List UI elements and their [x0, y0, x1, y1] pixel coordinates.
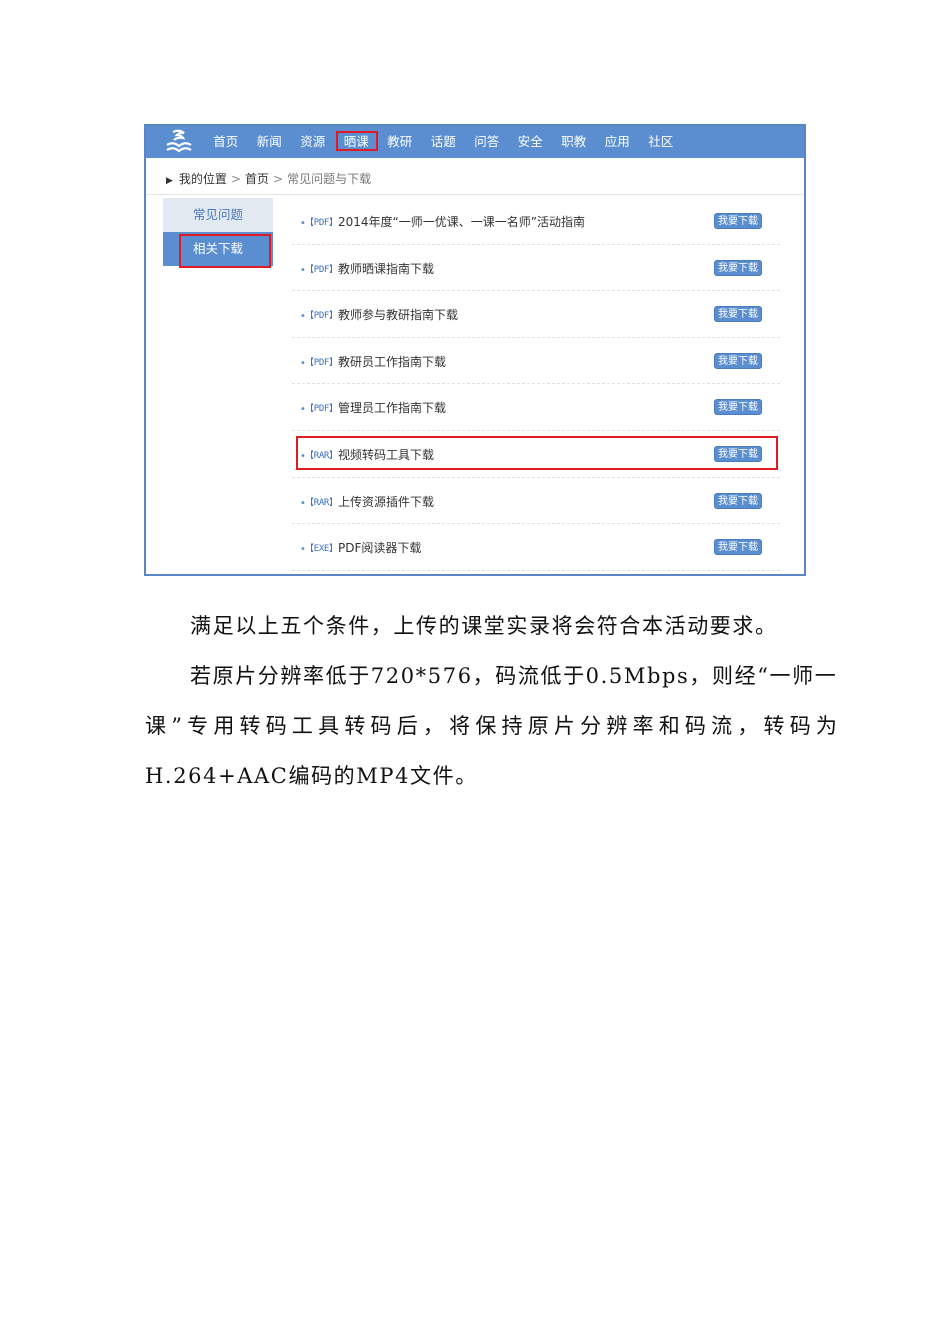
file-name-link[interactable]: 2014年度“一师一优课、一课一名师”活动指南 [338, 213, 585, 230]
file-row: • 【PDF】 教师晒课指南下载 我要下载 [292, 245, 780, 292]
breadcrumb-current: 常见问题与下载 [287, 172, 372, 186]
paragraph-transcode-line-1: 若原片分辨率低于720*576，码流低于0.5Mbps，则经“一师一 [190, 664, 838, 688]
file-type-tag: 【RAR】 [305, 450, 338, 461]
file-name-link[interactable]: 上传资源插件下载 [338, 493, 434, 510]
file-name-link[interactable]: PDF阅读器下载 [338, 539, 421, 556]
breadcrumb-home-link[interactable]: 首页 [245, 172, 269, 186]
sidebar-item-faq[interactable]: 常见问题 [163, 198, 273, 232]
file-row: • 【PDF】 2014年度“一师一优课、一课一名师”活动指南 我要下载 [292, 198, 780, 245]
file-name-link[interactable]: 教师参与教研指南下载 [338, 306, 458, 323]
chevron-right-icon: > [230, 172, 241, 186]
file-type-tag: 【PDF】 [305, 404, 338, 415]
nav-item[interactable]: 资源 [291, 126, 335, 158]
bullet-icon: • [300, 450, 306, 462]
file-row: • 【RAR】 上传资源插件下载 我要下载 [292, 478, 780, 525]
breadcrumb-label: 我的位置 [178, 172, 227, 186]
file-type-tag: 【PDF】 [305, 357, 338, 368]
download-button[interactable]: 我要下载 [714, 213, 762, 229]
download-button[interactable]: 我要下载 [714, 492, 762, 509]
open-book-wave-logo-icon [166, 129, 192, 153]
nav-menu: 首页 新闻 资源 晒课 教研 话题 问答 安全 职教 应用 社区 [204, 126, 683, 158]
file-name-link[interactable]: 教师晒课指南下载 [338, 260, 434, 277]
download-button[interactable]: 我要下载 [714, 445, 762, 462]
nav-item[interactable]: 安全 [509, 126, 553, 158]
sidebar: 常见问题 相关下载 [163, 198, 273, 268]
nav-item[interactable]: 话题 [422, 126, 466, 158]
file-type-tag: 【EXE】 [305, 544, 338, 555]
nav-item[interactable]: 新闻 [248, 126, 292, 158]
file-name-link[interactable]: 视频转码工具下载 [338, 446, 434, 463]
embedded-screenshot: 首页 新闻 资源 晒课 教研 话题 问答 安全 职教 应用 社区 ▶ 我的位置 > 首页 > 常见问题与下载 … [144, 124, 806, 576]
file-name-link[interactable]: 管理员工作指南下载 [338, 399, 446, 416]
file-row: • 【PDF】 管理员工作指南下载 我要下载 [292, 384, 780, 431]
chevron-right-icon: > [273, 172, 284, 186]
nav-item[interactable]: 应用 [596, 126, 640, 158]
file-type-tag: 【PDF】 [305, 218, 338, 228]
paragraph-conditions: 满足以上五个条件，上传的课堂实录将会符合本活动要求。 [190, 614, 778, 638]
nav-item[interactable]: 职教 [552, 126, 596, 158]
file-type-tag: 【PDF】 [305, 264, 338, 275]
paragraph-transcode-line-3: H.264+AAC编码的MP4文件。 [145, 764, 478, 788]
file-row: • 【PDF】 教师参与教研指南下载 我要下载 [292, 291, 780, 338]
download-list: • 【PDF】 2014年度“一师一优课、一课一名师”活动指南 我要下载 • 【PDF】教… [292, 198, 780, 571]
file-row: • 【PDF】 教研员工作指南下载 我要下载 [292, 338, 780, 385]
download-button[interactable]: 我要下载 [714, 306, 762, 323]
nav-item[interactable]: 问答 [465, 126, 509, 158]
download-button[interactable]: 我要下载 [714, 352, 762, 369]
file-type-tag: 【RAR】 [305, 497, 338, 508]
breadcrumb: ▶ 我的位置 > 首页 > 常见问题与下载 [166, 170, 371, 187]
paragraph-transcode-line-2: 课”专用转码工具转码后，将保持原片分辨率和码流，转码为 [145, 714, 843, 738]
file-row: • 【EXE】 PDF阅读器下载 我要下载 [292, 524, 780, 571]
nav-item[interactable]: 晒课 [335, 126, 379, 158]
top-nav-bar: 首页 新闻 资源 晒课 教研 话题 问答 安全 职教 应用 社区 [146, 126, 804, 158]
sidebar-item-downloads[interactable]: 相关下载 [163, 232, 273, 268]
download-button[interactable]: 我要下载 [714, 539, 762, 556]
nav-item[interactable]: 首页 [204, 126, 248, 158]
nav-item[interactable]: 教研 [378, 126, 422, 158]
download-button[interactable]: 我要下载 [714, 399, 762, 416]
download-button[interactable]: 我要下载 [714, 259, 762, 276]
file-row: • 【RAR】 视频转码工具下载 我要下载 [292, 431, 780, 478]
file-type-tag: 【PDF】 [305, 311, 338, 322]
nav-item[interactable]: 社区 [639, 126, 683, 158]
file-name-link[interactable]: 教研员工作指南下载 [338, 353, 446, 370]
divider [146, 194, 804, 195]
triangle-right-icon: ▶ [166, 176, 173, 186]
